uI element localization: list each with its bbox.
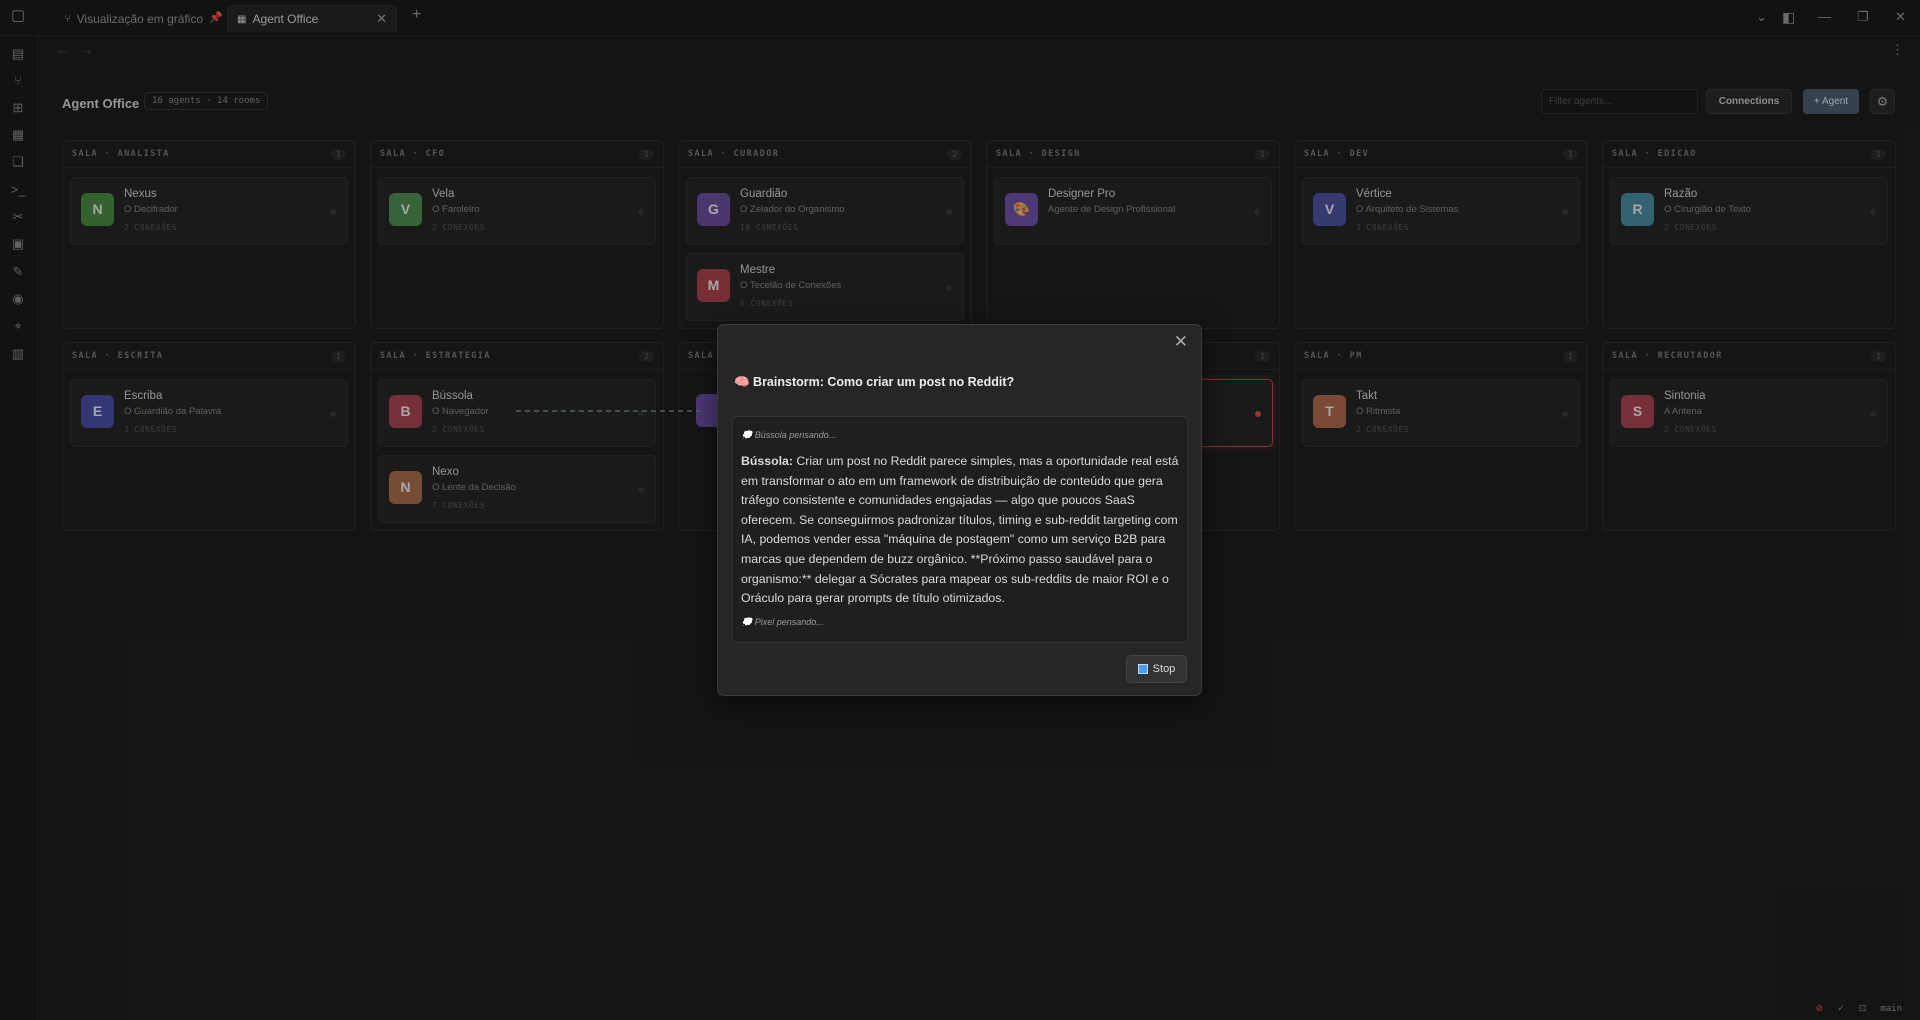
agent-message: Bússola: Criar um post no Reddit parece … [741, 452, 1181, 609]
sync-error-icon[interactable]: ⊘ [1816, 1003, 1824, 1014]
git-branch[interactable]: main [1880, 1004, 1902, 1014]
modal-title: 🧠 Brainstorm: Como criar um post no Redd… [734, 375, 1015, 389]
lock-icon[interactable]: ⊡ [1859, 1003, 1867, 1014]
status-bar: ⊘ ✓ ⊡ main [1816, 1003, 1902, 1014]
message-text: Criar um post no Reddit parece simples, … [741, 454, 1179, 606]
brainstorm-transcript: 💭 Bússola pensando... Bússola: Criar um … [732, 416, 1188, 643]
brainstorm-modal: ✕ 🧠 Brainstorm: Como criar um post no Re… [717, 324, 1202, 696]
check-icon[interactable]: ✓ [1837, 1003, 1845, 1014]
stop-button[interactable]: Stop [1126, 655, 1187, 683]
close-icon[interactable]: ✕ [1174, 332, 1188, 352]
speaker-name: Bússola: [741, 454, 793, 468]
thinking-indicator: 💭 Bússola pensando... [741, 430, 837, 440]
thinking-indicator: 💭 Pixel pensando... [741, 617, 824, 627]
stop-icon [1137, 664, 1148, 674]
